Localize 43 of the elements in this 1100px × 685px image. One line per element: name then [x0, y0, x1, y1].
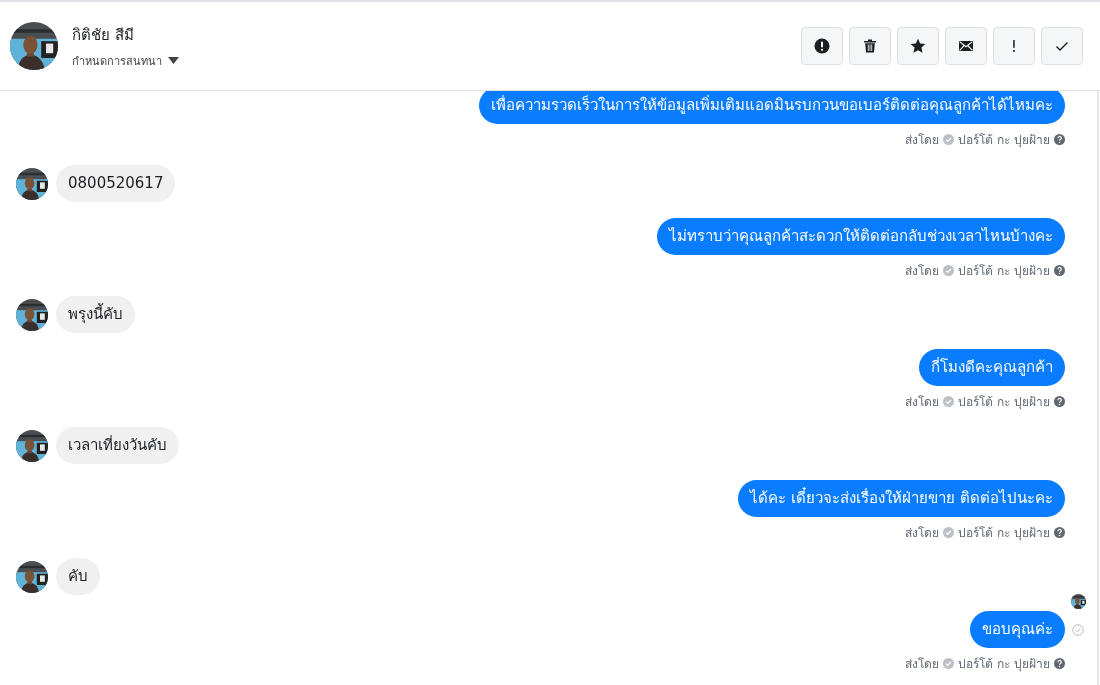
- sent-by-label: ส่งโดย: [905, 132, 940, 149]
- message-bubble: ขอบคุณค่ะ: [970, 611, 1065, 648]
- alert-button[interactable]: [801, 27, 843, 65]
- star-button[interactable]: [897, 27, 939, 65]
- assign-conversation-dropdown[interactable]: กำหนดการสนทนา: [72, 51, 179, 70]
- sender-name: ปอร์โต้ กะ ปุยฝ้าย: [958, 394, 1050, 411]
- check-icon: [943, 265, 955, 276]
- message-bubble: ไม่ทราบว่าคุณลูกค้าสะดวกให้ติดต่อกลับช่วงเวลาไหนบ้างคะ: [657, 218, 1065, 255]
- caret-icon: [168, 57, 179, 64]
- message-bubble: เพื่อความรวดเร็วในการให้ข้อมูลเพิ่มเติมแอดมินรบกวนขอเบอร์ติดต่อคุณลูกค้าได้ไหมคะ: [479, 91, 1065, 124]
- trash-button[interactable]: [849, 27, 891, 65]
- sent-by-label: ส่งโดย: [905, 394, 940, 411]
- sender-name: ปอร์โต้ กะ ปุยฝ้าย: [958, 525, 1050, 542]
- alert-icon: [814, 38, 830, 54]
- check-button[interactable]: [1041, 27, 1083, 65]
- message-bubble: กี่โมงดีคะคุณลูกค้า: [919, 349, 1065, 386]
- sent-by-label: ส่งโดย: [905, 263, 940, 280]
- envelope-icon: [958, 38, 974, 54]
- message-bubble: 0800520617: [56, 165, 176, 202]
- sent-by-label: ส่งโดย: [905, 525, 940, 542]
- sender-name: ปอร์โต้ กะ ปุยฝ้าย: [958, 132, 1050, 149]
- message-bubble: ได้คะ เดี๋ยวจะส่งเรื่องให้ฝ่ายขาย ติดต่อไปนะคะ: [738, 480, 1065, 517]
- sender-name: ปอร์โต้ กะ ปุยฝ้าย: [958, 656, 1050, 673]
- delivered-icon: [1072, 623, 1084, 636]
- sender-name: ปอร์โต้ กะ ปุยฝ้าย: [958, 263, 1050, 280]
- star-icon: [910, 38, 926, 54]
- trash-icon: [862, 38, 878, 54]
- message-bubble: คับ: [56, 558, 100, 595]
- message-bubble: เวลาเที่ยงวันคับ: [56, 427, 179, 464]
- check-icon: [943, 527, 955, 538]
- check-icon: [943, 396, 955, 407]
- check-icon: [943, 134, 955, 145]
- contact-name: กิติชัย สีมี: [72, 24, 135, 46]
- help-icon[interactable]: [1054, 527, 1065, 538]
- help-icon[interactable]: [1054, 658, 1065, 669]
- help-icon[interactable]: [1054, 396, 1065, 407]
- help-icon[interactable]: [1054, 134, 1065, 145]
- sent-by-label: ส่งโดย: [905, 656, 940, 673]
- message-bubble: พรุงนี้คับ: [56, 296, 135, 333]
- check-icon: [943, 658, 955, 669]
- action-button[interactable]: !: [993, 27, 1035, 65]
- mail-button[interactable]: [945, 27, 987, 65]
- help-icon[interactable]: [1054, 265, 1065, 276]
